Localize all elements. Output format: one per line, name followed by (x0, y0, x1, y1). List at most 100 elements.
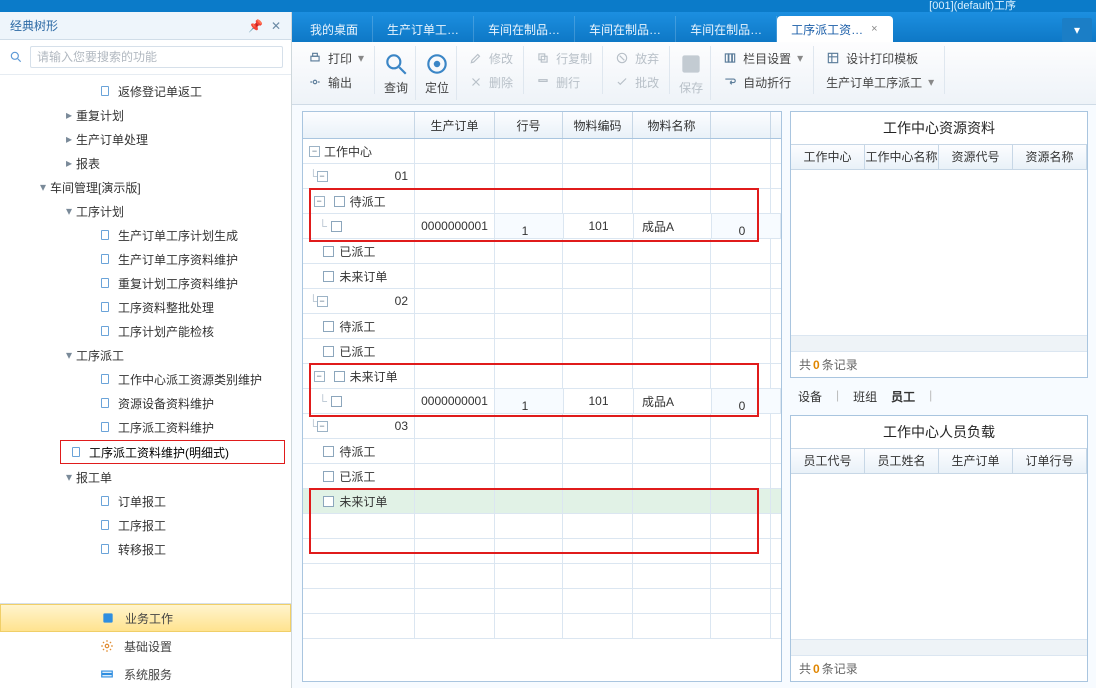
minus-icon[interactable]: − (314, 371, 325, 382)
grid-header-cell[interactable]: 行号 (495, 112, 563, 138)
tab[interactable]: 车间在制品… (676, 16, 777, 42)
nav-node[interactable]: 重复计划工序资料维护 (0, 271, 291, 295)
collapse-icon[interactable]: ▾ (62, 348, 76, 362)
panel-header-cell[interactable]: 资源代号 (939, 145, 1013, 169)
panel-header-cell[interactable]: 工作中心 (791, 145, 865, 169)
minus-icon[interactable]: − (317, 421, 328, 432)
panel-scrollbar[interactable] (791, 639, 1087, 655)
expand-icon[interactable]: ▸ (62, 108, 76, 122)
row-delete-button[interactable]: 删行 (532, 70, 596, 94)
nav-node[interactable]: 返修登记单返工 (0, 79, 291, 103)
footer-tab-basic[interactable]: 基础设置 (0, 632, 291, 660)
minus-icon[interactable]: − (317, 171, 328, 182)
panel-header-cell[interactable]: 工作中心名称 (865, 145, 939, 169)
panel-header-cell[interactable]: 员工姓名 (865, 449, 939, 473)
seg-tab-team[interactable]: 班组 (853, 388, 877, 405)
grid-group-row[interactable]: └−02 (303, 289, 781, 314)
column-settings-button[interactable]: 栏目设置▾ (719, 46, 807, 70)
grid-header-cell[interactable]: 生产订单 (415, 112, 495, 138)
tab[interactable]: 生产订单工… (373, 16, 474, 42)
panel-header-cell[interactable]: 资源名称 (1013, 145, 1087, 169)
nav-node[interactable]: 生产订单工序计划生成 (0, 223, 291, 247)
footer-tab-biz[interactable]: 业务工作 (0, 604, 291, 632)
checkbox[interactable] (331, 221, 342, 232)
checkbox[interactable] (323, 271, 334, 282)
tab[interactable]: 车间在制品… (575, 16, 676, 42)
locate-button[interactable]: 定位 (418, 46, 457, 100)
nav-node[interactable]: 工作中心派工资源类别维护 (0, 367, 291, 391)
grid-header-cell[interactable]: 物料名称 (633, 112, 711, 138)
checkbox[interactable] (323, 496, 334, 507)
collapse-icon[interactable]: ▾ (62, 204, 76, 218)
export-button[interactable]: 输出 (304, 70, 368, 94)
nav-node[interactable]: 订单报工 (0, 489, 291, 513)
grid-group-row[interactable]: 已派工 (303, 339, 781, 364)
checkbox[interactable] (334, 196, 345, 207)
nav-node[interactable]: 资源设备资料维护 (0, 391, 291, 415)
expand-icon[interactable]: ▸ (62, 132, 76, 146)
nav-node[interactable]: 工序报工 (0, 513, 291, 537)
row-copy-button[interactable]: 行复制 (532, 46, 596, 70)
close-icon[interactable]: ✕ (271, 19, 281, 33)
seg-tab-staff[interactable]: 员工 (891, 388, 915, 405)
grid-body[interactable]: −工作中心 └−01 −待派工 └00000000011101成品A0 已派工 … (303, 139, 781, 681)
tab[interactable]: 车间在制品… (474, 16, 575, 42)
panel-scrollbar[interactable] (791, 335, 1087, 351)
pin-icon[interactable]: 📌 (248, 19, 263, 33)
nav-node[interactable]: ▾工序计划 (0, 199, 291, 223)
panel-header-cell[interactable]: 订单行号 (1013, 449, 1087, 473)
checkbox[interactable] (323, 346, 334, 357)
nav-node[interactable]: ▸报表 (0, 151, 291, 175)
nav-node[interactable]: 工序计划产能检核 (0, 319, 291, 343)
grid-data-row[interactable]: └00000000011101成品A0 (303, 389, 781, 414)
grid-header-cell[interactable] (711, 112, 771, 138)
nav-node[interactable]: ▸重复计划 (0, 103, 291, 127)
minus-icon[interactable]: − (317, 296, 328, 307)
approve-button[interactable]: 批改 (611, 70, 663, 94)
delete-button[interactable]: 删除 (465, 70, 517, 94)
checkbox[interactable] (331, 396, 342, 407)
grid-group-row-selected[interactable]: 未来订单 (303, 489, 781, 514)
tab-desktop[interactable]: 我的桌面 (296, 16, 373, 42)
tab-close-icon[interactable]: × (871, 23, 877, 35)
minus-icon[interactable]: − (314, 196, 325, 207)
minus-icon[interactable]: − (309, 146, 320, 157)
grid-group-row[interactable]: −工作中心 (303, 139, 781, 164)
grid-group-row[interactable]: −待派工 (303, 189, 781, 214)
checkbox[interactable] (323, 321, 334, 332)
expand-icon[interactable]: ▸ (62, 156, 76, 170)
search-input[interactable] (30, 46, 283, 68)
nav-node[interactable]: 工序资料整批处理 (0, 295, 291, 319)
tabs-overflow-button[interactable]: ▾ (1062, 18, 1092, 42)
collapse-icon[interactable]: ▾ (62, 470, 76, 484)
grid-group-row[interactable]: └−03 (303, 414, 781, 439)
panel-header-cell[interactable]: 生产订单 (939, 449, 1013, 473)
grid-data-row[interactable]: └00000000011101成品A0 (303, 214, 781, 239)
checkbox[interactable] (323, 446, 334, 457)
nav-node[interactable]: 工序派工资料维护 (0, 415, 291, 439)
grid-group-row[interactable]: 未来订单 (303, 264, 781, 289)
grid-group-row[interactable]: 待派工 (303, 439, 781, 464)
modify-button[interactable]: 修改 (465, 46, 517, 70)
nav-tree[interactable]: 返修登记单返工 ▸重复计划 ▸生产订单处理 ▸报表 ▾车间管理[演示版] ▾工序… (0, 75, 291, 603)
tab-active[interactable]: 工序派工资…× (777, 16, 892, 42)
nav-node[interactable]: ▾车间管理[演示版] (0, 175, 291, 199)
nav-node-selected[interactable]: 工序派工资料维护(明细式) (60, 440, 285, 464)
save-button[interactable]: 保存 (672, 46, 711, 100)
checkbox[interactable] (323, 471, 334, 482)
grid-group-row[interactable]: −未来订单 (303, 364, 781, 389)
abandon-button[interactable]: 放弃 (611, 46, 663, 70)
nav-node[interactable]: ▾报工单 (0, 465, 291, 489)
collapse-icon[interactable]: ▾ (36, 180, 50, 194)
nav-node[interactable]: ▸生产订单处理 (0, 127, 291, 151)
checkbox[interactable] (323, 246, 334, 257)
design-template-button[interactable]: 设计打印模板 (822, 46, 938, 70)
grid-header-cell[interactable]: 物料编码 (563, 112, 633, 138)
checkbox[interactable] (334, 371, 345, 382)
wrap-button[interactable]: 自动折行 (719, 70, 807, 94)
panel-header-cell[interactable]: 员工代号 (791, 449, 865, 473)
footer-tab-sys[interactable]: 系统服务 (0, 660, 291, 688)
grid-group-row[interactable]: └−01 (303, 164, 781, 189)
grid-group-row[interactable]: 已派工 (303, 464, 781, 489)
grid-group-row[interactable]: 已派工 (303, 239, 781, 264)
